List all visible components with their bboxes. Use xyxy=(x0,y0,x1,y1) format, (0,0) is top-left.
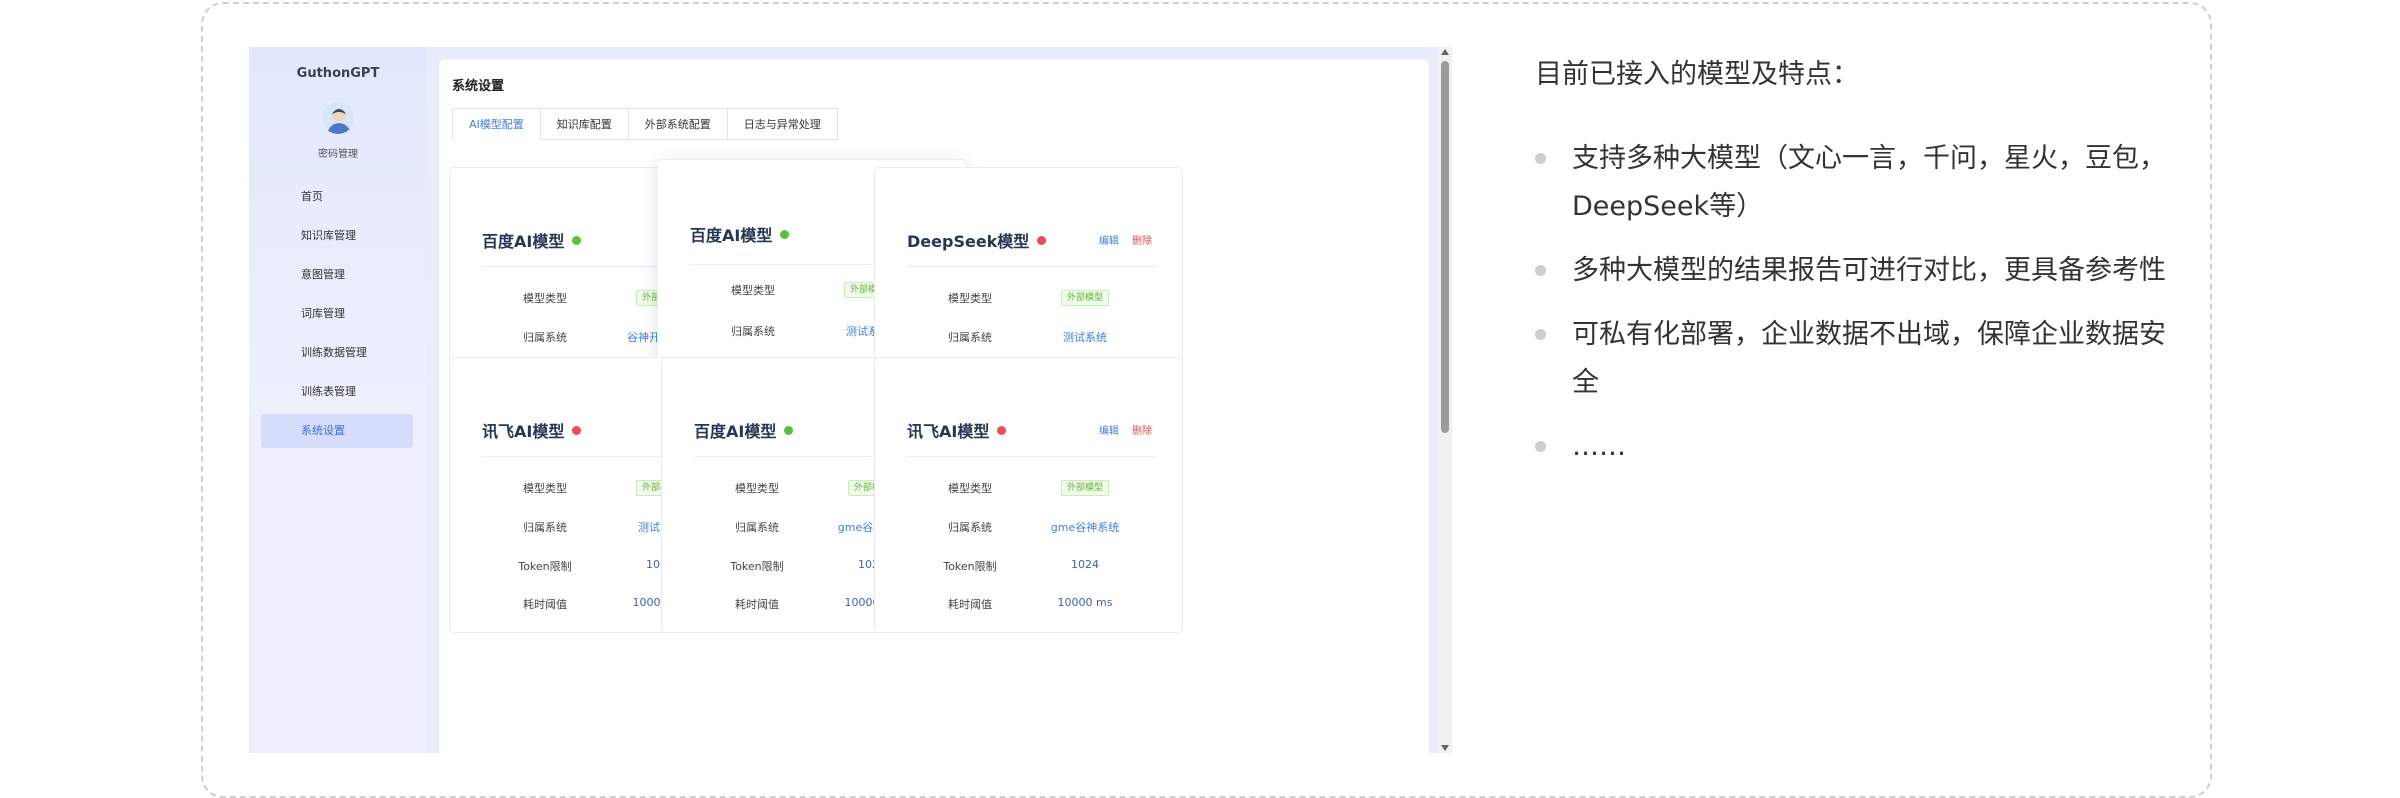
status-dot-icon xyxy=(572,235,582,245)
card-header: 讯飞AI模型 xyxy=(482,418,582,442)
card-header: 百度AI模型 xyxy=(482,228,582,252)
scroll-down-arrow-icon[interactable] xyxy=(1441,745,1449,751)
system-link[interactable]: gme谷神系统 xyxy=(1035,519,1135,535)
brand-name: GuthonGPT xyxy=(296,66,380,81)
sidebar-item-home[interactable]: 首页 xyxy=(261,180,413,214)
description-title: 目前已接入的模型及特点： xyxy=(1535,59,1859,90)
feature-item: 可私有化部署，企业数据不出域，保障企业数据安全 xyxy=(1535,311,2175,407)
scrollbar[interactable] xyxy=(1438,47,1452,753)
sidebar-item-knowledge[interactable]: 知识库管理 xyxy=(261,219,413,253)
model-name: 百度AI模型 xyxy=(690,226,773,245)
tab-knowledge[interactable]: 知识库配置 xyxy=(540,108,629,140)
sidebar-item-settings[interactable]: 系统设置 xyxy=(261,414,413,448)
field-label: 耗时阈值 xyxy=(948,598,992,611)
field-label: Token限制 xyxy=(730,560,784,573)
card-header: 讯飞AI模型 xyxy=(907,418,1007,442)
field-label: 耗时阈值 xyxy=(735,598,779,611)
field-label: 归属系统 xyxy=(948,331,992,344)
field-row-token: Token限制 1024 xyxy=(875,558,1182,576)
field-label: 模型类型 xyxy=(735,482,779,495)
sidebar-item-training-data[interactable]: 训练数据管理 xyxy=(261,336,413,370)
tab-external-system[interactable]: 外部系统配置 xyxy=(628,108,728,140)
model-name: 讯飞AI模型 xyxy=(907,422,990,441)
field-label: Token限制 xyxy=(518,560,572,573)
tab-ai-model[interactable]: AI模型配置 xyxy=(452,108,541,140)
card-header: DeepSeek模型 xyxy=(907,228,1047,252)
card-actions: 编辑 删除 xyxy=(1099,422,1152,437)
model-name: 百度AI模型 xyxy=(482,232,565,251)
password-manage-link[interactable]: 密码管理 xyxy=(249,145,427,160)
feature-description: 目前已接入的模型及特点： 支持多种大模型（文心一言，千问，星火，豆包，DeepS… xyxy=(1535,55,2175,462)
field-label: 归属系统 xyxy=(735,521,779,534)
feature-list: 支持多种大模型（文心一言，千问，星火，豆包，DeepSeek等） 多种大模型的结… xyxy=(1535,135,2175,487)
field-label: 模型类型 xyxy=(948,482,992,495)
feature-item: 支持多种大模型（文心一言，千问，星火，豆包，DeepSeek等） xyxy=(1535,135,2175,231)
field-label: 归属系统 xyxy=(523,521,567,534)
sidebar-nav: 首页 知识库管理 意图管理 词库管理 训练数据管理 训练表管理 系统设置 xyxy=(261,180,413,453)
field-label: 模型类型 xyxy=(731,284,775,297)
field-label: 模型类型 xyxy=(523,292,567,305)
field-label: Token限制 xyxy=(943,560,997,573)
field-row-type: 模型类型 外部模型 xyxy=(875,480,1182,498)
status-dot-icon xyxy=(997,425,1007,435)
delete-button[interactable]: 删除 xyxy=(1132,426,1152,437)
card-divider xyxy=(907,456,1156,457)
field-row-system: 归属系统 gme谷神系统 xyxy=(875,519,1182,537)
scroll-up-arrow-icon[interactable] xyxy=(1441,49,1449,55)
model-card[interactable]: 讯飞AI模型 编辑 删除 模型类型 外部模型 归属系统 gme谷神系统 Toke… xyxy=(874,357,1183,633)
field-label: 模型类型 xyxy=(523,482,567,495)
model-type-tag: 外部模型 xyxy=(1060,480,1109,496)
field-label: 归属系统 xyxy=(523,331,567,344)
model-name: 百度AI模型 xyxy=(694,422,777,441)
status-dot-icon xyxy=(572,425,582,435)
tab-bar: AI模型配置 知识库配置 外部系统配置 日志与异常处理 xyxy=(452,108,838,140)
app-screenshot: GuthonGPT 密码管理 首页 知识库管理 意图管理 词库管理 训练数据管理… xyxy=(249,47,1452,753)
card-divider xyxy=(907,266,1156,267)
field-label: 归属系统 xyxy=(731,325,775,338)
sidebar-item-training-table[interactable]: 训练表管理 xyxy=(261,375,413,409)
latency-value: 10000 ms xyxy=(1057,596,1113,609)
field-row-latency: 耗时阈值 10000 ms xyxy=(875,596,1182,614)
model-type-tag: 外部模型 xyxy=(1060,290,1109,306)
sidebar-item-lexicon[interactable]: 词库管理 xyxy=(261,297,413,331)
sidebar-item-intent[interactable]: 意图管理 xyxy=(261,258,413,292)
field-row-type: 模型类型 外部模型 xyxy=(875,290,1182,308)
page-title: 系统设置 xyxy=(452,79,505,94)
status-dot-icon xyxy=(784,425,794,435)
card-actions: 编辑 删除 xyxy=(1099,232,1152,247)
status-dot-icon xyxy=(780,229,790,239)
field-label: 耗时阈值 xyxy=(523,598,567,611)
delete-button[interactable]: 删除 xyxy=(1132,236,1152,247)
feature-item: 多种大模型的结果报告可进行对比，更具备参考性 xyxy=(1535,247,2175,295)
scroll-thumb[interactable] xyxy=(1441,61,1449,433)
token-value: 1024 xyxy=(1071,558,1099,571)
main-content: 系统设置 AI模型配置 知识库配置 外部系统配置 日志与异常处理 百度AI模型 … xyxy=(439,59,1429,753)
card-header: 百度AI模型 xyxy=(690,222,790,246)
avatar-icon[interactable] xyxy=(321,101,355,135)
edit-button[interactable]: 编辑 xyxy=(1099,236,1119,247)
model-name: DeepSeek模型 xyxy=(907,232,1030,251)
field-label: 归属系统 xyxy=(948,521,992,534)
edit-button[interactable]: 编辑 xyxy=(1099,426,1119,437)
field-row-system: 归属系统 测试系统 xyxy=(875,329,1182,347)
system-link[interactable]: 测试系统 xyxy=(1035,329,1135,345)
status-dot-icon xyxy=(1037,235,1047,245)
tab-logs[interactable]: 日志与异常处理 xyxy=(727,108,838,140)
field-label: 模型类型 xyxy=(948,292,992,305)
card-header: 百度AI模型 xyxy=(694,418,794,442)
feature-item: …… xyxy=(1535,423,2175,471)
model-name: 讯飞AI模型 xyxy=(482,422,565,441)
sidebar: GuthonGPT 密码管理 首页 知识库管理 意图管理 词库管理 训练数据管理… xyxy=(249,47,427,753)
